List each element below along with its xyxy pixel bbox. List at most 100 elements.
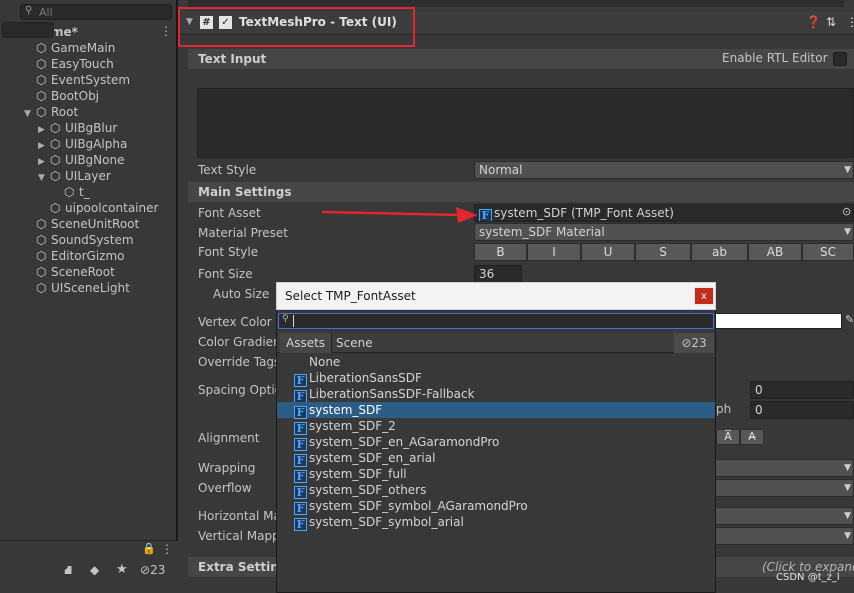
preset-sliders-icon[interactable]: ⇅ [826,15,836,29]
hierarchy-search-input[interactable]: ⚲ All [20,4,172,20]
hierarchy-item-label: t_ [79,185,90,199]
overflow-label: Overflow [198,481,252,495]
filter-by-type-icon[interactable]: ⛘ [64,563,72,579]
hierarchy-item[interactable]: ⬡ SoundSystem [24,232,134,248]
popup-close-button[interactable]: x [694,287,714,305]
chevron-down-icon: ▼ [844,227,851,237]
hierarchy-item[interactable]: ⬡ t_ [52,184,90,200]
rtl-checkbox[interactable] [833,52,847,66]
spacing-field-1[interactable]: 0 [750,381,854,399]
material-preset-dropdown[interactable]: system_SDF Material ▼ [474,223,854,241]
expand-arrow-icon[interactable]: ▼ [24,106,36,122]
more-menu-icon[interactable]: ⋮ [161,542,173,556]
gameobject-cube-icon: ⬡ [50,201,61,215]
vertex-color-swatch[interactable] [714,313,842,329]
hierarchy-item[interactable]: ⬡ EasyTouch [24,56,114,72]
asset-list-item[interactable]: F LiberationSansSDF-Fallback [277,386,715,403]
scene-menu-icon[interactable]: ⋮ [160,24,172,38]
font-size-field[interactable]: 36 [474,265,522,283]
underline-button[interactable]: U [581,243,635,261]
asset-list-item[interactable]: Fsystem_SDF_full [277,466,715,483]
gameobject-cube-icon: ⬡ [36,89,47,103]
main-settings-header[interactable]: Main Settings [188,182,854,202]
vertical-mapping-label: Vertical Mapp [198,529,280,543]
chevron-down-icon: ▼ [844,165,851,175]
horizontal-mapping-label: Horizontal Ma [198,509,281,523]
hierarchy-item[interactable]: ⬡ SceneRoot [24,264,115,280]
hierarchy-item-label: EventSystem [51,73,131,87]
object-picker-icon[interactable]: ⊙ [842,205,851,218]
horizontal-mapping-dropdown[interactable]: ▼ [714,507,854,525]
asset-list-item[interactable]: Fsystem_SDF_2 [277,418,715,435]
help-icon[interactable]: ❓ [806,15,821,29]
hierarchy-item[interactable]: ▶ ⬡ UIBgBlur [38,120,117,136]
align-top-button[interactable]: A̅ [716,429,740,445]
overflow-dropdown[interactable]: ▼ [714,479,854,497]
popup-search-input[interactable]: ⚲ [278,313,714,329]
text-input-area[interactable] [197,88,854,158]
lowercase-button[interactable]: ab [691,243,748,261]
eye-hidden-icon: ⊘ [681,336,692,350]
wrapping-dropdown[interactable]: ▼ [714,459,854,477]
hierarchy-item-label: UIBgNone [65,153,125,167]
expand-arrow-icon[interactable]: ▼ [38,170,50,186]
asset-list-item[interactable]: Fsystem_SDF_en_arial [277,450,715,467]
popup-title: Select TMP_FontAsset [285,289,416,303]
hierarchy-item[interactable]: ⬡ UISceneLight [24,280,130,296]
italic-button[interactable]: I [527,243,581,261]
previous-field [188,0,844,7]
project-search-input[interactable] [2,22,54,38]
asset-list-item[interactable]: F LiberationSansSDF [277,370,715,387]
smallcaps-button[interactable]: SC [802,243,854,261]
gameobject-cube-icon: ⬡ [36,73,47,87]
asset-item-label: system_SDF_full [309,467,407,481]
hierarchy-item[interactable]: ⬡ GameMain [24,40,115,56]
align-middle-button[interactable]: A̶ [740,429,764,445]
hierarchy-item[interactable]: ⬡ EditorGizmo [24,248,124,264]
asset-list-item[interactable]: Fsystem_SDF_symbol_AGaramondPro [277,498,715,515]
color-gradient-label: Color Gradien [198,335,281,349]
hierarchy-item[interactable]: ▶ ⬡ UIBgAlpha [38,136,127,152]
asset-item-label: system_SDF_en_AGaramondPro [309,435,500,449]
hierarchy-item[interactable]: ▼ ⬡ UILayer [38,168,111,184]
label-tag-icon[interactable]: ◆ [90,563,99,577]
hidden-count-toggle[interactable]: ⊘23 [140,563,165,577]
asset-list-item[interactable]: Fsystem_SDF_en_AGaramondPro [277,434,715,451]
uppercase-button[interactable]: AB [748,243,802,261]
hierarchy-item[interactable]: ▼ ⬡ Root [24,104,78,120]
tab-scene[interactable]: Scene [330,333,379,353]
asset-list-item[interactable]: Fsystem_SDF [277,402,715,419]
hierarchy-item-label: UIBgBlur [65,121,118,135]
vertical-mapping-dropdown[interactable]: ▼ [714,527,854,545]
hierarchy-item[interactable]: ⬡ SceneUnitRoot [24,216,139,232]
popup-titlebar[interactable]: Select TMP_FontAsset [276,282,716,310]
asset-list-item[interactable]: None [277,354,715,370]
asset-item-label: system_SDF_symbol_AGaramondPro [309,499,528,513]
eyedropper-icon[interactable]: ✎ [845,313,854,326]
spacing-options-label: Spacing Optio [198,383,282,397]
hierarchy-item-label: UISceneLight [51,281,130,295]
hierarchy-item[interactable]: ⬡ uipoolcontainer [38,200,158,216]
hidden-assets-toggle[interactable]: ⊘23 [674,333,714,353]
hierarchy-item-label: EditorGizmo [51,249,125,263]
text-style-dropdown[interactable]: Normal ▼ [474,161,854,179]
hierarchy-item[interactable]: ▶ ⬡ UIBgNone [38,152,124,168]
hierarchy-item-label: Root [51,105,79,119]
strikethrough-button[interactable]: S [635,243,691,261]
gameobject-cube-icon: ⬡ [64,185,75,199]
bold-button[interactable]: B [474,243,527,261]
hierarchy-item[interactable]: ⬡ EventSystem [24,72,130,88]
font-asset-icon: F [294,518,307,531]
favorite-star-icon[interactable]: ★ [116,562,128,577]
component-menu-icon[interactable]: ⋮ [846,15,854,29]
asset-list-item[interactable]: Fsystem_SDF_others [277,482,715,499]
chevron-down-icon: ▼ [844,463,851,473]
hierarchy-item[interactable]: ⬡ BootObj [24,88,99,104]
lock-icon[interactable]: 🔒 [142,542,156,555]
tab-assets[interactable]: Assets [280,333,333,353]
font-asset-field[interactable]: Fsystem_SDF (TMP_Font Asset) [474,204,854,222]
spacing-field-2[interactable]: 0 [750,401,854,419]
gameobject-cube-icon: ⬡ [36,57,47,71]
asset-list-item[interactable]: Fsystem_SDF_symbol_arial [277,514,715,531]
material-preset-value: system_SDF Material [479,225,605,239]
